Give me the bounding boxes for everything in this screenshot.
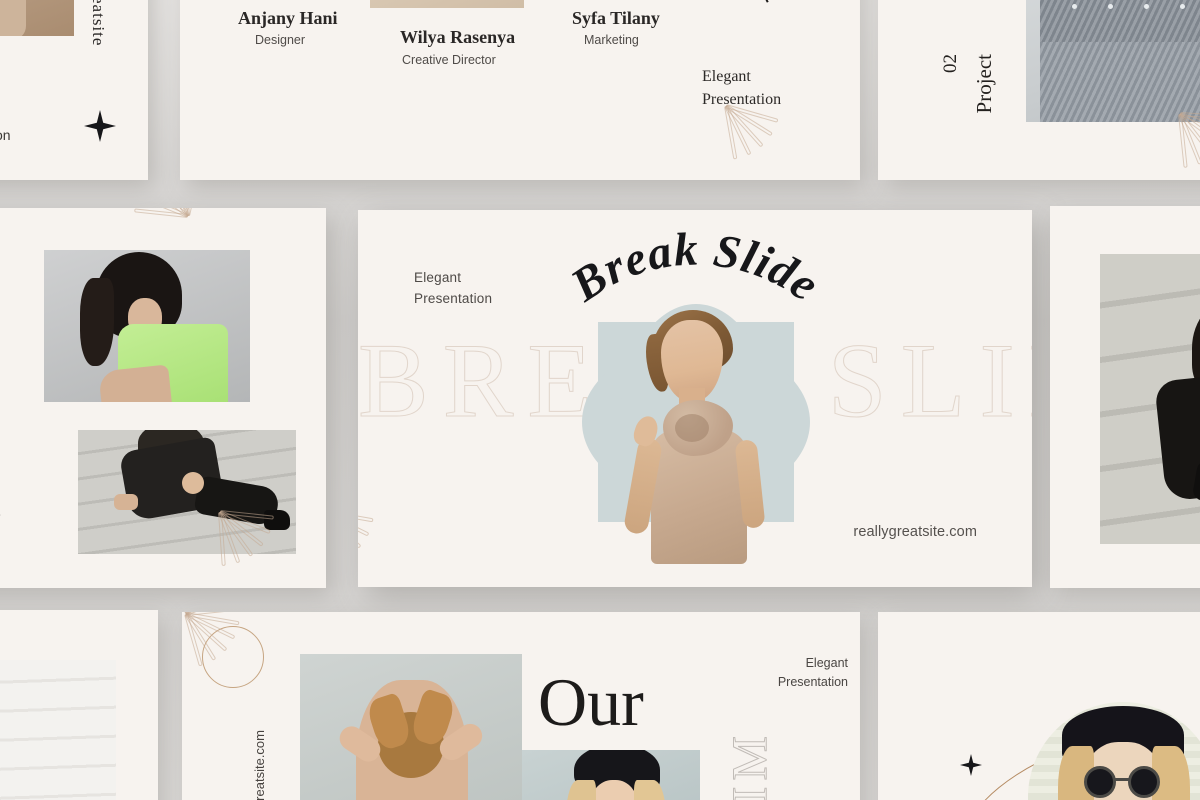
slide-card-team[interactable]: Anjany Hani Designer Wilya Rasenya Creat… — [180, 0, 860, 180]
gallery-photo-leather-steps — [78, 430, 296, 554]
main-slide-website-label: reallygreatsite.com — [853, 524, 977, 540]
hero-portrait-composition — [570, 298, 820, 564]
team-slide-corner-label: Elegant Presentation — [702, 68, 782, 109]
sunburst-decoration — [1178, 112, 1200, 180]
slide-card-profile-circle[interactable] — [878, 612, 1200, 800]
main-slide-corner-label: Elegant Presentation — [414, 270, 493, 306]
ghost-vertical-text: SIM — [721, 730, 778, 800]
project-title-vertical: Project — [972, 54, 996, 114]
vertical-website-label: reallygreatsite.com — [252, 730, 267, 800]
sunburst-decoration — [180, 114, 282, 180]
gallery-edge-text-fragment: s — [0, 506, 1, 520]
team-member-name: Anjany Hani — [238, 8, 338, 28]
team-member-role: Designer — [255, 33, 306, 47]
portrait-photo-wood-wall — [0, 660, 116, 800]
right-slide-photo — [1100, 254, 1200, 544]
team-photo-2 — [370, 0, 524, 8]
slide-card-portfolio-corner[interactable]: tion — [0, 0, 148, 180]
sun-circle-decoration — [202, 626, 264, 688]
slide-card-photo[interactable] — [1050, 206, 1200, 588]
profile-circle-photo — [1028, 702, 1200, 800]
presentation-text-fragment: tion — [0, 127, 11, 143]
sunburst-decoration — [358, 509, 438, 587]
team-member-name: Wilya Rasenya — [400, 27, 516, 47]
four-point-star-icon — [960, 754, 982, 776]
slide-deck-preview: tion eatsite tion Anjany Hani Designer W… — [0, 0, 1200, 800]
our-team-photo-secondary — [522, 750, 700, 800]
slide-card-gallery[interactable]: s — [0, 208, 326, 588]
slide-card-our-team[interactable]: reallygreatsite.com Our Elegant Presenta… — [182, 612, 860, 800]
model-photo-cutout — [615, 310, 775, 564]
team-member-role: Creative Director — [402, 53, 496, 67]
project-photo-large — [1026, 0, 1200, 122]
gallery-photo-green-jacket — [44, 250, 250, 402]
slide-card-portrait[interactable] — [0, 610, 158, 800]
vertical-website-fragment: eatsite — [89, 0, 108, 47]
our-team-corner-label: Elegant Presentation — [777, 656, 848, 689]
our-team-heading: Our — [538, 664, 644, 740]
our-team-photo-main — [300, 654, 522, 800]
team-member-role: Marketing — [584, 33, 639, 47]
sunburst-decoration — [724, 104, 844, 180]
thumbnail-photo-model-hat — [0, 0, 74, 36]
project-number-vertical: 02 — [940, 54, 961, 73]
slide-card-project-02[interactable]: Project 02 — [878, 0, 1200, 180]
slide-card-break-slide[interactable]: BREAK SLIDE Elegant Presentation Break S… — [358, 210, 1032, 587]
sunburst-decoration — [942, 210, 1032, 294]
team-member-name: Syfa Tilany — [572, 8, 660, 28]
